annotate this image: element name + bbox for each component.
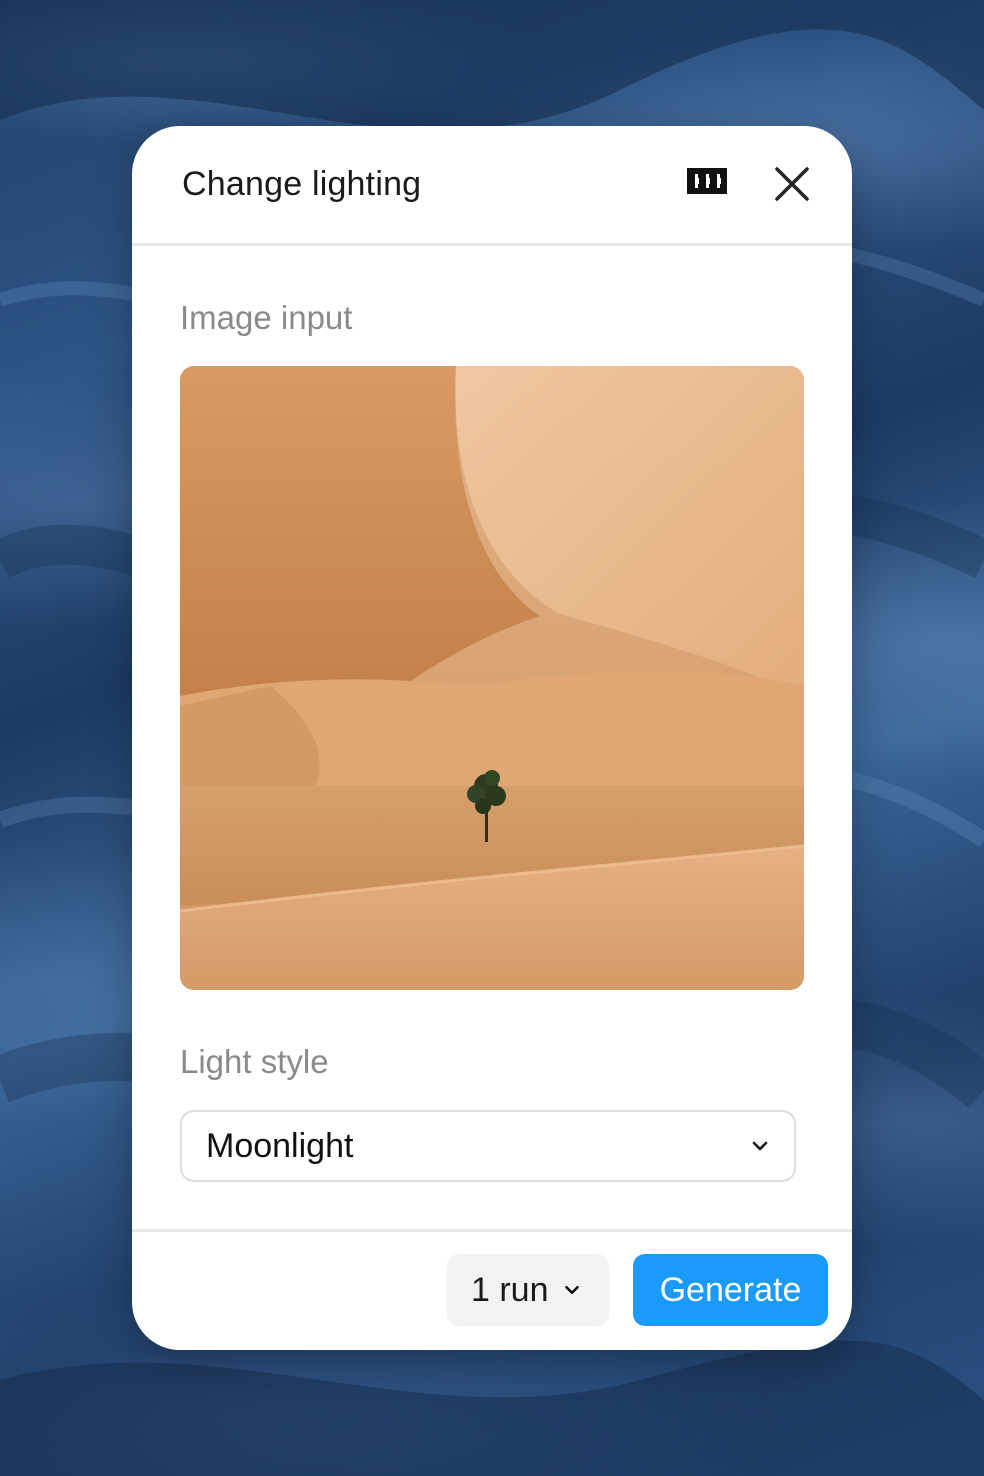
desert-dune-image — [180, 366, 804, 990]
generate-button[interactable]: Generate — [633, 1254, 828, 1326]
light-style-label: Light style — [180, 1043, 329, 1080]
runs-label: 1 run — [471, 1271, 549, 1309]
image-input-preview[interactable] — [180, 366, 804, 990]
close-icon — [775, 167, 809, 201]
close-button[interactable] — [770, 162, 814, 206]
runs-dropdown-button[interactable]: 1 run — [447, 1254, 609, 1326]
change-lighting-dialog: Change lighting Image input Light style … — [132, 126, 852, 1350]
chevron-down-icon — [752, 1141, 768, 1151]
generate-label: Generate — [659, 1271, 802, 1309]
chevron-down-icon — [565, 1285, 579, 1295]
image-input-label: Image input — [180, 299, 353, 336]
dialog-footer: 1 run Generate — [132, 1229, 852, 1350]
light-style-selected-value: Moonlight — [206, 1127, 354, 1165]
dialog-title: Change lighting — [182, 165, 422, 203]
dialog-header: Change lighting — [132, 126, 852, 246]
w-logo-icon[interactable] — [685, 164, 729, 204]
light-style-select[interactable]: Moonlight — [180, 1110, 796, 1182]
